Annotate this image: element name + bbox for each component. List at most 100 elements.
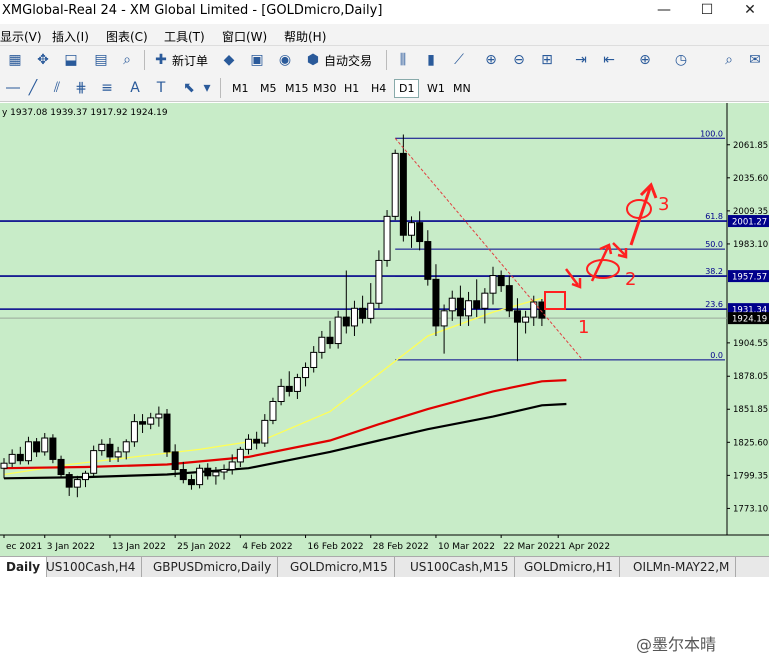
annotation-2: 2: [625, 269, 636, 290]
equidistant-icon[interactable]: ⋕: [72, 79, 90, 97]
tf-d1[interactable]: D1: [394, 79, 420, 98]
metaeditor-icon[interactable]: ◆: [220, 51, 238, 69]
channel-icon[interactable]: ⫽: [48, 79, 66, 97]
tf-w1[interactable]: W1: [422, 79, 450, 98]
y-tick-label: 1799.35: [733, 471, 768, 481]
auto-trading-button[interactable]: 自动交易: [324, 52, 372, 69]
autoscroll-icon[interactable]: ⇥: [572, 51, 590, 69]
tab-goldmicro-m15[interactable]: GOLDmicro,M15: [284, 557, 395, 577]
tab-goldmicro-h1[interactable]: GOLDmicro,H1: [518, 557, 620, 577]
menu-bar: 显示(V) 插入(I) 图表(C) 工具(T) 窗口(W) 帮助(H): [0, 24, 769, 46]
tf-h4[interactable]: H4: [366, 79, 391, 98]
chart-shift-icon[interactable]: ⇤: [600, 51, 618, 69]
x-tick-label: 4 Feb 2022: [242, 542, 292, 552]
candle-body: [33, 441, 41, 453]
candle-body: [163, 413, 171, 453]
new-order-button[interactable]: 新订单: [172, 52, 208, 69]
maximize-button[interactable]: ☐: [695, 2, 719, 20]
candle-body: [204, 467, 212, 477]
candle-body: [505, 285, 513, 312]
candle-body: [432, 278, 440, 327]
candle-body: [522, 316, 530, 323]
minimize-button[interactable]: —: [652, 2, 676, 20]
hline-icon[interactable]: ―: [4, 79, 22, 97]
zoom-out-icon[interactable]: ⊖: [510, 51, 528, 69]
tab-oilmn-may22[interactable]: OILMn-MAY22,M: [627, 557, 737, 577]
label-tool-icon[interactable]: T: [152, 79, 170, 97]
tile-windows-icon[interactable]: ⊞: [538, 51, 556, 69]
menu-insert[interactable]: 插入(I): [52, 28, 89, 45]
candle-body: [489, 275, 497, 294]
close-button[interactable]: ✕: [738, 2, 762, 20]
auto-trading-icon[interactable]: ⬢: [304, 51, 322, 69]
candle-body: [375, 259, 383, 304]
candle-body: [8, 453, 16, 464]
y-tick-label: 2035.60: [733, 174, 768, 184]
annotation-1: 1: [578, 317, 589, 338]
menu-tools[interactable]: 工具(T): [164, 28, 205, 45]
crosshair-icon[interactable]: ✥: [34, 51, 52, 69]
tab-us100cash-m15[interactable]: US100Cash,M15: [404, 557, 516, 577]
candle-body: [285, 385, 293, 392]
candle-body: [49, 437, 57, 460]
price-chart[interactable]: y 1937.08 1939.37 1917.92 1924.19 100.0 6…: [0, 103, 769, 556]
tf-h1[interactable]: H1: [339, 79, 364, 98]
chart-window[interactable]: y 1937.08 1939.37 1917.92 1924.19 100.0 6…: [0, 103, 769, 654]
fibonacci-icon[interactable]: ≡: [98, 79, 116, 97]
tf-m30[interactable]: M30: [308, 79, 342, 98]
tab-us100cash-h4[interactable]: US100Cash,H4: [40, 557, 143, 577]
menu-view[interactable]: 显示(V): [0, 28, 42, 45]
toolbar-drawing: ― ╱ ⫽ ⋕ ≡ A T ⬉ ▾ M1 M5 M15 M30 H1 H4 D1…: [0, 74, 769, 102]
candle-body: [269, 400, 277, 421]
candle-body: [236, 448, 244, 463]
menu-help[interactable]: 帮助(H): [284, 28, 326, 45]
signals-icon[interactable]: ◉: [276, 51, 294, 69]
zoom-search-icon[interactable]: ⌕: [118, 51, 136, 69]
candlestick-icon[interactable]: ▮: [422, 51, 440, 69]
arrows-icon[interactable]: ⬉: [180, 79, 198, 97]
new-chart-icon[interactable]: ▦: [6, 51, 24, 69]
candle-body: [73, 479, 81, 488]
x-tick-label: 22 Mar 2022: [503, 542, 560, 552]
line-chart-icon[interactable]: ⟋: [450, 51, 468, 69]
indicators-icon[interactable]: ⊕: [636, 51, 654, 69]
tf-m5[interactable]: M5: [255, 79, 282, 98]
dropdown-icon[interactable]: ▾: [198, 79, 216, 97]
candle-body: [391, 152, 399, 217]
x-tick-label: 3 Jan 2022: [47, 542, 95, 552]
market-watch-icon[interactable]: ▤: [92, 51, 110, 69]
tf-mn[interactable]: MN: [448, 79, 476, 98]
price-tag-label: 1957.57: [732, 273, 767, 283]
y-tick-label: 1851.85: [733, 405, 768, 415]
tf-m1[interactable]: M1: [227, 79, 254, 98]
bar-chart-icon[interactable]: ⫼: [394, 51, 412, 69]
new-order-icon[interactable]: ✚: [152, 51, 170, 69]
chart-tabs: Daily US100Cash,H4 GBPUSDmicro,Daily GOL…: [0, 556, 769, 577]
candle-body: [212, 471, 220, 477]
candle-body: [98, 443, 106, 452]
chat-icon[interactable]: ✉: [746, 51, 764, 69]
fib-level-label: 0.0: [710, 351, 723, 360]
zoom-in-icon[interactable]: ⊕: [482, 51, 500, 69]
menu-window[interactable]: 窗口(W): [222, 28, 267, 45]
candle-body: [245, 438, 252, 450]
periods-icon[interactable]: ◷: [672, 51, 690, 69]
candle-body: [416, 222, 424, 243]
candle-body: [220, 469, 228, 473]
profiles-icon[interactable]: ⬓: [62, 51, 80, 69]
strategy-tester-icon[interactable]: ▣: [248, 51, 266, 69]
search-icon[interactable]: ⌕: [720, 51, 738, 69]
trendline-icon[interactable]: ╱: [24, 79, 42, 97]
candle-body: [65, 474, 73, 488]
candle-body: [196, 467, 204, 486]
candle-body: [82, 472, 89, 481]
current-price-label: 1924.19: [732, 315, 767, 325]
x-tick-label: 16 Feb 2022: [308, 542, 364, 552]
fib-level-label: 61.8: [705, 212, 723, 221]
candle-body: [16, 453, 24, 462]
text-tool-icon[interactable]: A: [126, 79, 144, 97]
toolbar-main: ▦ ✥ ⬓ ▤ ⌕ ✚ 新订单 ◆ ▣ ◉ ⬢ 自动交易 ⫼ ▮ ⟋ ⊕ ⊖ ⊞…: [0, 46, 769, 74]
menu-chart[interactable]: 图表(C): [106, 28, 148, 45]
tab-gbpusdmicro-daily[interactable]: GBPUSDmicro,Daily: [147, 557, 279, 577]
fib-level-label: 50.0: [705, 240, 723, 249]
